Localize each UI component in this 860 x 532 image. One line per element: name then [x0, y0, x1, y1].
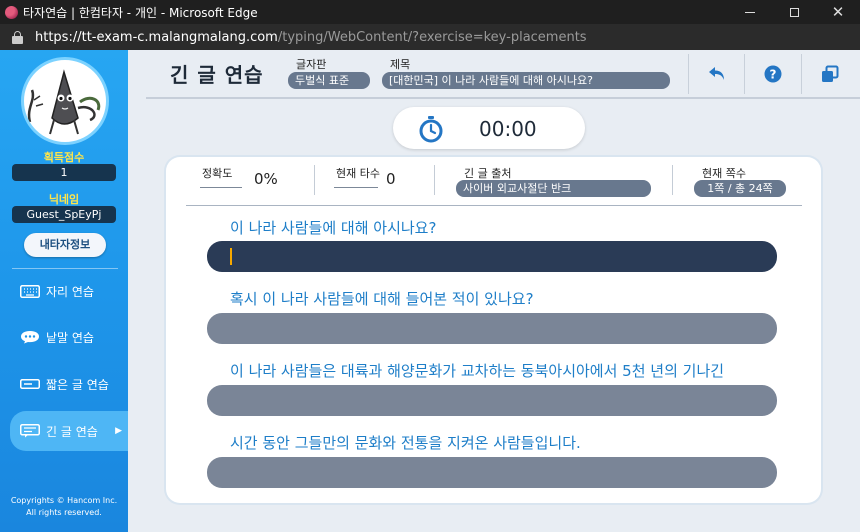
main-content: 긴 글 연습 글자판 두벌식 표준 제목 [대한민국] 이 나라 사람들에 대해…	[128, 50, 860, 532]
sidebar-item-long-text-practice[interactable]: 긴 글 연습 ▶	[10, 411, 128, 451]
help-button[interactable]: ?	[763, 64, 783, 84]
sidebar-item-word-practice[interactable]: 낱말 연습	[0, 317, 128, 357]
help-icon: ?	[764, 65, 782, 83]
score-label: 획득점수	[43, 151, 85, 164]
source-label: 긴 글 출처	[464, 167, 512, 180]
keyboard-icon	[20, 284, 40, 298]
avatar	[21, 57, 109, 145]
window-icon	[822, 65, 839, 82]
stats-divider	[314, 165, 315, 195]
nickname-label: 닉네임	[48, 193, 80, 206]
sidebar-item-label: 긴 글 연습	[46, 424, 98, 439]
target-sentence: 혹시 이 나라 사람들에 대해 들어본 적이 있나요?	[230, 290, 534, 308]
window-title: 타자연습 | 한컴타자 - 개인 - Microsoft Edge	[23, 5, 258, 20]
my-typing-info-button[interactable]: 내타자정보	[24, 233, 106, 257]
sidebar-divider	[12, 268, 118, 269]
page-value: 1쪽 / 총 24쪽	[694, 180, 786, 197]
header: 긴 글 연습 글자판 두벌식 표준 제목 [대한민국] 이 나라 사람들에 대해…	[128, 50, 860, 96]
close-icon: ✕	[831, 2, 845, 21]
sidebar: 획득점수 1 닉네임 Guest_SpEyPj 내타자정보 자리 연습 낱말 연…	[0, 50, 128, 532]
sidebar-item-key-practice[interactable]: 자리 연습	[0, 271, 128, 311]
svg-text:?: ?	[770, 68, 777, 82]
copyright: Copyrights © Hancom Inc. All rights rese…	[0, 495, 128, 519]
chevron-right-icon: ▶	[115, 426, 122, 436]
typing-input[interactable]	[207, 313, 777, 344]
subject-label: 제목	[390, 58, 411, 71]
address-bar[interactable]: https://tt-exam-c.malangmalang.com/typin…	[0, 24, 860, 50]
nickname-value: Guest_SpEyPj	[12, 206, 116, 223]
short-text-icon	[20, 377, 40, 391]
long-text-icon	[20, 424, 40, 438]
page-label: 현재 쪽수	[702, 167, 746, 180]
copyright-line: All rights reserved.	[26, 508, 102, 517]
minimize-button[interactable]	[728, 0, 772, 24]
text-caret	[230, 248, 232, 265]
window-button[interactable]	[820, 64, 840, 84]
maximize-button[interactable]	[772, 0, 816, 24]
mascot-icon	[27, 69, 101, 135]
stat-underline	[200, 187, 242, 188]
typing-panel: 정확도 0% 현재 타수 0 긴 글 출처 사이버 외교사절단 반크 현재 쪽수…	[166, 157, 821, 503]
score-value: 1	[12, 164, 116, 181]
lock-icon	[12, 30, 23, 44]
accuracy-value: 0%	[254, 170, 278, 188]
stopwatch-icon	[419, 116, 443, 143]
minimize-icon	[745, 11, 755, 13]
back-button[interactable]	[707, 64, 727, 84]
header-divider	[688, 54, 689, 94]
stat-underline	[334, 187, 378, 188]
target-sentence: 이 나라 사람들은 대륙과 해양문화가 교차하는 동북아시아에서 5천 년의 기…	[230, 362, 725, 380]
target-sentence: 시간 동안 그들만의 문화와 전통을 지켜온 사람들입니다.	[230, 434, 581, 452]
close-button[interactable]: ✕	[816, 0, 860, 24]
page-title: 긴 글 연습	[170, 63, 264, 87]
timer-value: 00:00	[479, 117, 537, 141]
edge-logo-icon	[5, 5, 18, 19]
sidebar-item-label: 낱말 연습	[46, 330, 94, 345]
typing-input[interactable]	[207, 457, 777, 488]
copyright-line: Copyrights © Hancom Inc.	[10, 496, 118, 505]
maximize-icon	[789, 7, 799, 17]
accuracy-label: 정확도	[202, 167, 233, 180]
speed-label: 현재 타수	[336, 167, 380, 180]
speech-bubble-icon	[20, 330, 40, 344]
speed-value: 0	[386, 170, 396, 188]
sidebar-item-label: 짧은 글 연습	[46, 377, 109, 392]
header-divider-line	[146, 97, 860, 99]
typing-input[interactable]	[207, 385, 777, 416]
url-path: /typing/WebContent/?exercise=key-placeme…	[277, 29, 587, 45]
back-arrow-icon	[709, 67, 724, 80]
header-divider	[744, 54, 745, 94]
stats-divider-line	[186, 205, 802, 206]
target-sentence: 이 나라 사람들에 대해 아시나요?	[230, 219, 437, 237]
source-value: 사이버 외교사절단 반크	[456, 180, 651, 197]
timer: 00:00	[393, 107, 585, 149]
typing-input-active[interactable]	[207, 241, 777, 272]
keyboard-layout-select[interactable]: 두벌식 표준	[288, 72, 370, 89]
subject-select[interactable]: [대한민국] 이 나라 사람들에 대해 아시나요?	[382, 72, 670, 89]
window-titlebar: 타자연습 | 한컴타자 - 개인 - Microsoft Edge ✕	[0, 0, 860, 24]
url-host: https://tt-exam-c.malangmalang.com	[35, 29, 278, 45]
stats-divider	[672, 165, 673, 195]
header-divider	[801, 54, 802, 94]
sidebar-item-short-text-practice[interactable]: 짧은 글 연습	[0, 364, 128, 404]
keyboard-layout-label: 글자판	[296, 58, 327, 71]
sidebar-item-label: 자리 연습	[46, 284, 94, 299]
stats-divider	[434, 165, 435, 195]
